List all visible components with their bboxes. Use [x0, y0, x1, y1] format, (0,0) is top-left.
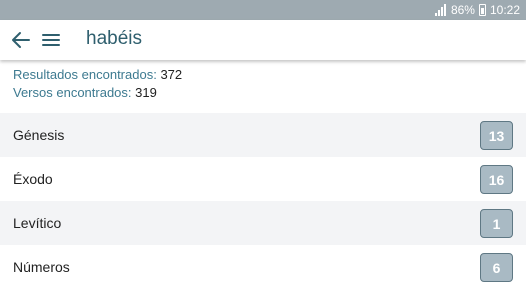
results-found-value: 372: [160, 67, 183, 82]
book-name: Números: [13, 259, 70, 275]
battery-percent: 86%: [450, 3, 475, 17]
menu-icon[interactable]: [40, 29, 62, 51]
search-summary: Resultados encontrados: 372 Versos encon…: [13, 66, 182, 102]
book-row-numeros[interactable]: Números 6: [0, 245, 526, 289]
count-badge: 13: [480, 121, 513, 150]
book-name: Éxodo: [13, 171, 53, 187]
verses-found-label: Versos encontrados:: [13, 85, 132, 100]
signal-icon: [434, 4, 446, 16]
battery-icon: [478, 4, 486, 16]
book-name: Génesis: [13, 127, 65, 143]
results-found-line: Resultados encontrados: 372: [13, 66, 182, 84]
toolbar: habéis: [0, 20, 526, 60]
book-row-genesis[interactable]: Génesis 13: [0, 113, 526, 157]
count-badge: 6: [480, 253, 513, 282]
book-row-levitico[interactable]: Levítico 1: [0, 201, 526, 245]
count-badge: 16: [480, 165, 513, 194]
status-bar: 86% 10:22: [0, 0, 526, 20]
verses-found-value: 319: [135, 85, 157, 100]
status-right: 86% 10:22: [434, 3, 520, 17]
book-results-list: Génesis 13 Éxodo 16 Levítico 1 Números 6: [0, 113, 526, 289]
search-term-title: habéis: [86, 28, 142, 49]
book-row-exodo[interactable]: Éxodo 16: [0, 157, 526, 201]
back-arrow-icon[interactable]: [10, 29, 32, 51]
results-found-label: Resultados encontrados:: [13, 67, 157, 82]
book-name: Levítico: [13, 215, 62, 231]
verses-found-line: Versos encontrados: 319: [13, 84, 182, 102]
count-badge: 1: [480, 209, 513, 238]
clock: 10:22: [489, 3, 520, 17]
